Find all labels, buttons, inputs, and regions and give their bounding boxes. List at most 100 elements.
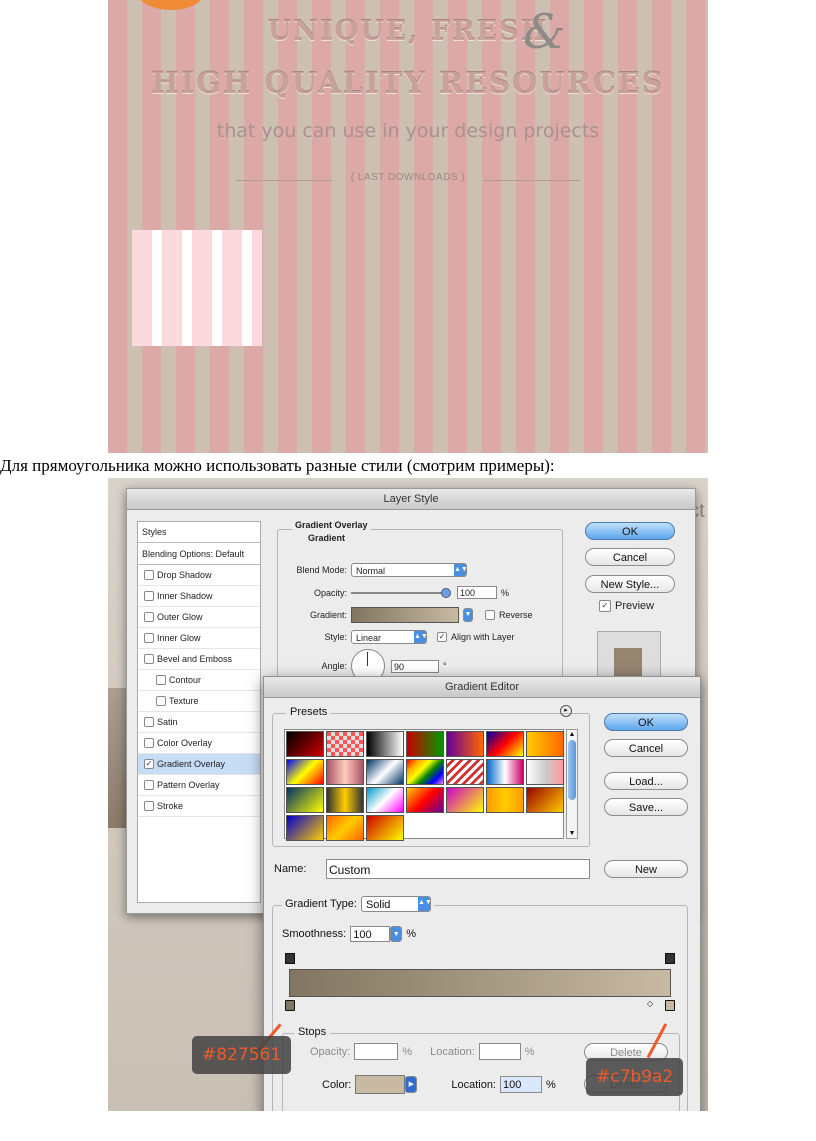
stop-opacity-location-label: Location: bbox=[430, 1045, 475, 1058]
preset-swatch[interactable] bbox=[366, 759, 404, 785]
style-item[interactable]: Drop Shadow bbox=[138, 565, 260, 586]
new-button[interactable]: New bbox=[604, 860, 688, 878]
preset-swatch[interactable] bbox=[286, 787, 324, 813]
layer-style-title: Layer Style bbox=[127, 489, 695, 510]
preset-swatch[interactable] bbox=[366, 815, 404, 841]
angle-field[interactable]: 90 bbox=[391, 659, 439, 673]
color-stop-left[interactable] bbox=[285, 1000, 295, 1011]
style-item-checkbox[interactable] bbox=[144, 570, 154, 580]
opacity-stop-right[interactable] bbox=[665, 953, 675, 964]
preset-swatch[interactable] bbox=[406, 787, 444, 813]
ge-ok-button[interactable]: OK bbox=[604, 713, 688, 731]
preset-swatch[interactable] bbox=[326, 787, 364, 813]
preset-swatch[interactable] bbox=[446, 759, 484, 785]
preset-swatch[interactable] bbox=[286, 759, 324, 785]
smoothness-field[interactable]: 100 bbox=[350, 926, 391, 942]
preset-swatch[interactable] bbox=[326, 815, 364, 841]
style-item[interactable]: ✓ Gradient Overlay bbox=[138, 754, 260, 775]
preset-swatch[interactable] bbox=[446, 787, 484, 813]
style-item-checkbox[interactable]: ✓ bbox=[144, 759, 154, 769]
opacity-stop-left[interactable] bbox=[285, 953, 295, 964]
stop-color-swatch[interactable] bbox=[355, 1075, 406, 1094]
gradient-type-select[interactable]: Solid ▲▼ bbox=[360, 896, 432, 912]
preset-swatch[interactable] bbox=[526, 787, 564, 813]
preset-swatch[interactable] bbox=[486, 787, 524, 813]
style-item[interactable]: Stroke bbox=[138, 796, 260, 817]
style-item-checkbox[interactable] bbox=[156, 675, 166, 685]
style-item-checkbox[interactable] bbox=[144, 591, 154, 601]
color-menu[interactable]: ▶ bbox=[405, 1076, 418, 1093]
gradient-picker[interactable] bbox=[351, 607, 459, 623]
blend-mode-label: Blend Mode: bbox=[296, 565, 347, 575]
style-item[interactable]: Contour bbox=[138, 670, 260, 691]
style-item-checkbox[interactable] bbox=[144, 801, 154, 811]
align-checkbox[interactable]: ✓ bbox=[437, 632, 447, 642]
presets-scrollbar[interactable]: ▲ ▼ bbox=[566, 729, 578, 839]
style-item[interactable]: Color Overlay bbox=[138, 733, 260, 754]
stop-color-location-field[interactable]: 100 bbox=[500, 1076, 542, 1093]
color-stop-right[interactable] bbox=[665, 1000, 675, 1011]
name-input[interactable]: Custom bbox=[326, 859, 590, 879]
preset-swatch[interactable] bbox=[366, 787, 404, 813]
blend-mode-value: Normal bbox=[356, 566, 386, 576]
gradient-preview-bar[interactable] bbox=[289, 969, 671, 997]
opacity-slider[interactable] bbox=[351, 587, 451, 598]
preset-swatch[interactable] bbox=[286, 815, 324, 841]
opacity-field[interactable]: 100 bbox=[457, 586, 497, 599]
blending-options[interactable]: Blending Options: Default bbox=[138, 544, 260, 565]
style-item[interactable]: Inner Glow bbox=[138, 628, 260, 649]
styles-header[interactable]: Styles bbox=[138, 522, 260, 543]
scroll-thumb[interactable] bbox=[568, 740, 576, 800]
preset-swatch[interactable] bbox=[326, 759, 364, 785]
gradient-dropdown[interactable]: ▼ bbox=[463, 608, 473, 622]
style-item[interactable]: Outer Glow bbox=[138, 607, 260, 628]
save-button[interactable]: Save... bbox=[604, 798, 688, 816]
scroll-up-icon[interactable]: ▲ bbox=[567, 731, 577, 738]
ok-button[interactable]: OK bbox=[585, 522, 675, 540]
preset-swatch[interactable] bbox=[366, 731, 404, 757]
reverse-checkbox[interactable] bbox=[485, 610, 495, 620]
align-label: Align with Layer bbox=[451, 632, 515, 642]
stop-color-location-label: Location: bbox=[451, 1078, 496, 1091]
midpoint-diamond-icon[interactable]: ◇ bbox=[647, 999, 653, 1008]
style-item-checkbox[interactable] bbox=[144, 738, 154, 748]
preview-checkbox[interactable]: ✓ bbox=[599, 600, 611, 612]
ge-cancel-button[interactable]: Cancel bbox=[604, 739, 688, 757]
presets-menu-icon[interactable]: ▸ bbox=[560, 705, 572, 717]
preset-swatch[interactable] bbox=[526, 759, 564, 785]
new-style-button[interactable]: New Style... bbox=[585, 575, 675, 593]
style-item-checkbox[interactable] bbox=[144, 780, 154, 790]
style-value: Linear bbox=[356, 633, 382, 643]
style-item[interactable]: Inner Shadow bbox=[138, 586, 260, 607]
style-item[interactable]: Bevel and Emboss bbox=[138, 649, 260, 670]
chevron-down-icon: ▼ bbox=[391, 927, 402, 941]
style-item-label: Satin bbox=[157, 717, 178, 727]
cancel-button[interactable]: Cancel bbox=[585, 548, 675, 566]
scroll-down-icon[interactable]: ▼ bbox=[567, 830, 577, 837]
style-item-checkbox[interactable] bbox=[144, 717, 154, 727]
style-item-checkbox[interactable] bbox=[156, 696, 166, 706]
blend-mode-select[interactable]: Normal ▲▼ bbox=[351, 563, 468, 577]
load-button[interactable]: Load... bbox=[604, 772, 688, 790]
style-item[interactable]: Pattern Overlay bbox=[138, 775, 260, 796]
preset-swatch[interactable] bbox=[326, 731, 364, 757]
preset-swatch[interactable] bbox=[406, 731, 444, 757]
style-item[interactable]: Satin bbox=[138, 712, 260, 733]
style-item-checkbox[interactable] bbox=[144, 633, 154, 643]
style-item-label: Color Overlay bbox=[157, 738, 213, 748]
style-select[interactable]: Linear ▲▼ bbox=[351, 630, 428, 644]
slider-knob[interactable] bbox=[441, 587, 451, 598]
preset-swatch[interactable] bbox=[526, 731, 564, 757]
preset-swatch[interactable] bbox=[406, 759, 444, 785]
preset-swatch[interactable] bbox=[486, 731, 524, 757]
stop-opacity-location-percent: % bbox=[524, 1045, 535, 1058]
stops-label: Stops bbox=[294, 1026, 331, 1038]
style-item-checkbox[interactable] bbox=[144, 654, 154, 664]
preset-swatch[interactable] bbox=[446, 731, 484, 757]
style-item[interactable]: Texture bbox=[138, 691, 260, 712]
preset-swatch[interactable] bbox=[486, 759, 524, 785]
smoothness-dropdown[interactable]: ▼ bbox=[390, 926, 403, 942]
preset-swatch[interactable] bbox=[286, 731, 324, 757]
style-item-label: Contour bbox=[169, 675, 202, 685]
style-item-checkbox[interactable] bbox=[144, 612, 154, 622]
